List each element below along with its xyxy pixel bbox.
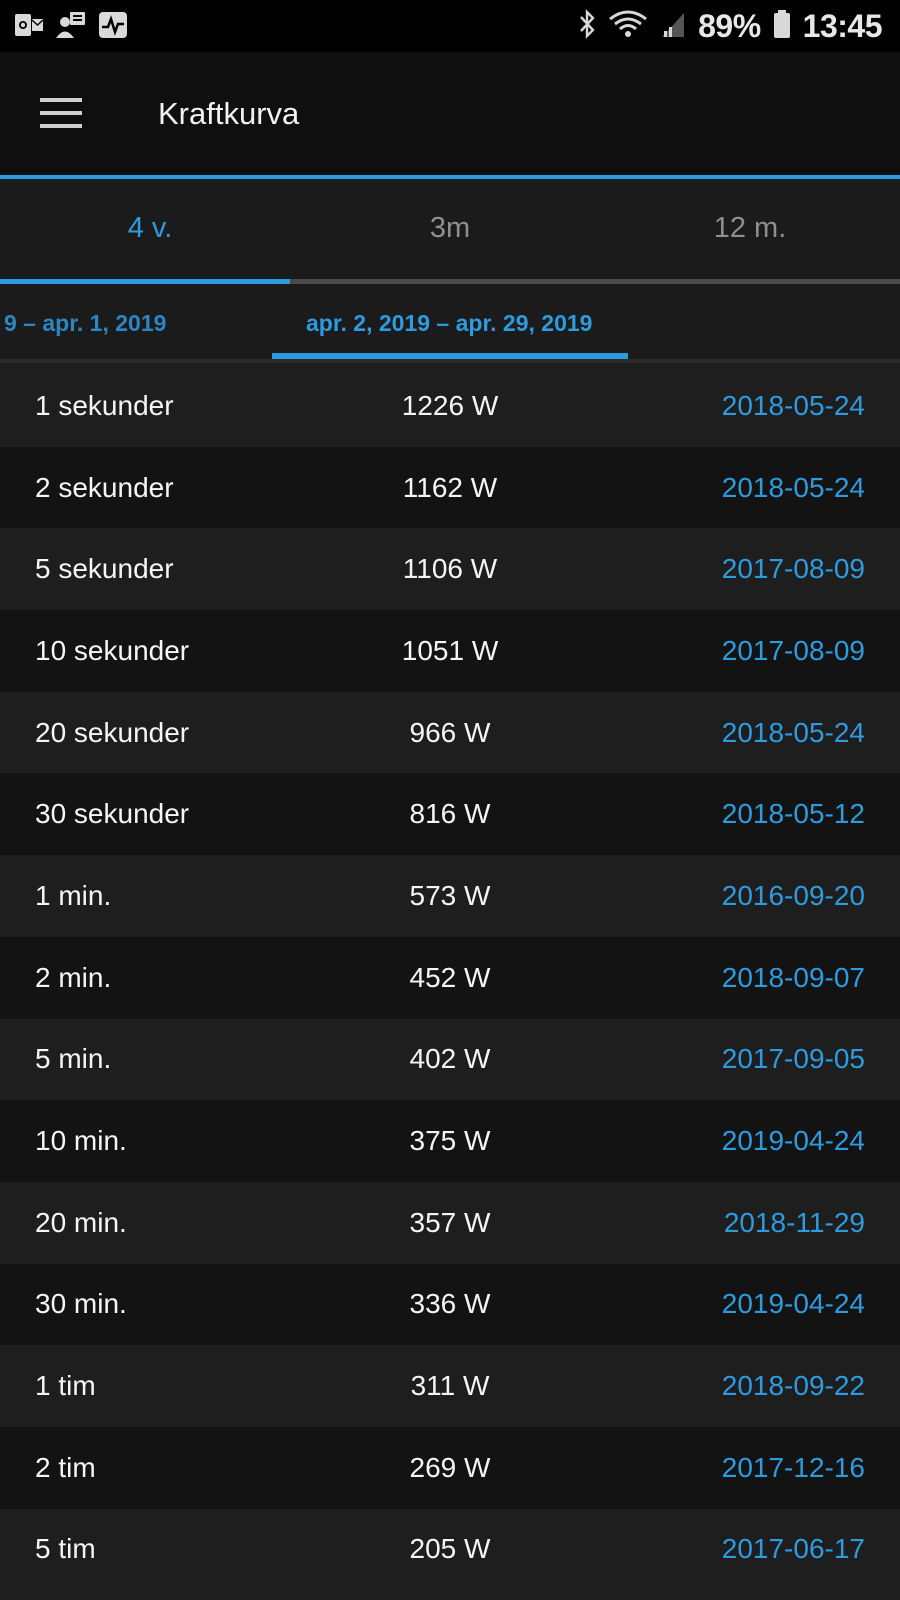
range-tab-previous[interactable]: 9 – apr. 1, 2019 [4, 310, 166, 337]
duration-label: 2 min. [35, 961, 112, 993]
record-date-link[interactable]: 2018-05-24 [722, 390, 865, 422]
duration-label: 1 min. [35, 879, 112, 911]
list-item[interactable]: 1 min. 573 W 2016-09-20 [0, 855, 900, 937]
status-bar-notifications [14, 10, 128, 40]
activity-icon [98, 10, 128, 40]
power-value: 966 W [409, 716, 491, 748]
page-title: Kraftkurva [158, 96, 300, 131]
duration-label: 30 sekunder [35, 798, 190, 830]
record-date-link[interactable]: 2018-05-12 [722, 798, 865, 830]
list-item[interactable]: 10 min. 375 W 2019-04-24 [0, 1100, 900, 1182]
duration-label: 20 sekunder [35, 716, 190, 748]
list-item[interactable]: 30 sekunder 816 W 2018-05-12 [0, 773, 900, 856]
record-date-link[interactable]: 2017-08-09 [722, 635, 865, 667]
power-value: 402 W [409, 1043, 491, 1075]
power-value: 1106 W [402, 553, 498, 585]
bluetooth-icon [578, 8, 596, 44]
list-item[interactable]: 5 sekunder 1106 W 2017-08-09 [0, 528, 900, 611]
contact-card-icon [56, 10, 86, 40]
record-date-link[interactable]: 2018-11-29 [724, 1207, 865, 1239]
power-value: 357 W [409, 1206, 491, 1238]
battery-percent: 89% [698, 7, 761, 44]
record-date-link[interactable]: 2017-08-09 [722, 553, 865, 585]
range-tabs-divider [0, 359, 900, 363]
duration-label: 10 min. [35, 1125, 127, 1157]
wifi-icon [608, 9, 648, 44]
outlook-icon [14, 10, 44, 40]
power-curve-list: 1 sekunder 1226 W 2018-05-24 2 sekunder 116… [0, 365, 900, 1591]
power-value: 205 W [409, 1533, 491, 1565]
app-bar: Kraftkurva [0, 52, 900, 175]
power-value: 1051 W [401, 634, 499, 666]
record-date-link[interactable]: 2017-09-05 [722, 1043, 865, 1075]
hamburger-menu-button[interactable] [28, 82, 94, 144]
power-value: 573 W [409, 879, 491, 911]
duration-label: 5 min. [35, 1043, 112, 1075]
status-bar-system: 89% 13:45 [578, 6, 883, 46]
power-value: 1226 W [401, 389, 499, 421]
duration-label: 2 tim [35, 1451, 96, 1483]
tab-4-weeks[interactable]: 4 v. [0, 179, 300, 284]
power-value: 336 W [409, 1288, 491, 1320]
hamburger-menu-icon [40, 98, 82, 128]
date-range-tabs: 9 – apr. 1, 2019 apr. 2, 2019 – apr. 29,… [0, 284, 900, 362]
record-date-link[interactable]: 2017-12-16 [722, 1452, 865, 1484]
tab-3-months[interactable]: 3m [300, 179, 600, 284]
period-tabs: 4 v. 3m 12 m. [0, 179, 900, 284]
list-item[interactable]: 2 tim 269 W 2017-12-16 [0, 1426, 900, 1509]
list-item[interactable]: 5 tim 205 W 2017-06-17 [0, 1508, 900, 1591]
list-item[interactable]: 10 sekunder 1051 W 2017-08-09 [0, 610, 900, 692]
list-item[interactable]: 20 min. 357 W 2018-11-29 [0, 1181, 900, 1264]
power-value: 452 W [409, 961, 491, 993]
list-item[interactable]: 20 sekunder 966 W 2018-05-24 [0, 691, 900, 774]
record-date-link[interactable]: 2019-04-24 [722, 1288, 865, 1320]
clock: 13:45 [802, 7, 883, 44]
power-value: 311 W [410, 1370, 490, 1402]
signal-icon [660, 9, 686, 44]
record-date-link[interactable]: 2017-06-17 [722, 1533, 865, 1565]
duration-label: 20 min. [35, 1206, 127, 1238]
power-value: 816 W [409, 798, 491, 830]
record-date-link[interactable]: 2016-09-20 [722, 880, 865, 912]
record-date-link[interactable]: 2018-05-24 [722, 717, 865, 749]
tab-12-months[interactable]: 12 m. [600, 179, 900, 284]
duration-label: 2 sekunder [35, 471, 174, 503]
list-item[interactable]: 5 min. 402 W 2017-09-05 [0, 1018, 900, 1101]
power-value: 375 W [409, 1125, 491, 1157]
power-value: 269 W [409, 1451, 491, 1483]
record-date-link[interactable]: 2018-05-24 [722, 472, 865, 504]
duration-label: 1 sekunder [35, 389, 174, 421]
record-date-link[interactable]: 2019-04-24 [722, 1125, 865, 1157]
duration-label: 30 min. [35, 1288, 127, 1320]
list-item[interactable]: 1 tim 311 W 2018-09-22 [0, 1345, 900, 1427]
list-item[interactable]: 1 sekunder 1226 W 2018-05-24 [0, 365, 900, 447]
power-value: 1162 W [402, 471, 498, 503]
duration-label: 5 tim [35, 1533, 96, 1565]
duration-label: 5 sekunder [35, 553, 174, 585]
status-bar: 89% 13:45 [0, 0, 900, 52]
record-date-link[interactable]: 2018-09-22 [722, 1370, 865, 1402]
list-item[interactable]: 2 sekunder 1162 W 2018-05-24 [0, 446, 900, 529]
battery-icon [773, 9, 791, 44]
list-item[interactable]: 2 min. 452 W 2018-09-07 [0, 936, 900, 1019]
record-date-link[interactable]: 2018-09-07 [722, 962, 865, 994]
range-tab-current[interactable]: apr. 2, 2019 – apr. 29, 2019 [306, 310, 592, 337]
duration-label: 1 tim [35, 1370, 96, 1402]
duration-label: 10 sekunder [35, 634, 190, 666]
list-item[interactable]: 30 min. 336 W 2019-04-24 [0, 1263, 900, 1346]
